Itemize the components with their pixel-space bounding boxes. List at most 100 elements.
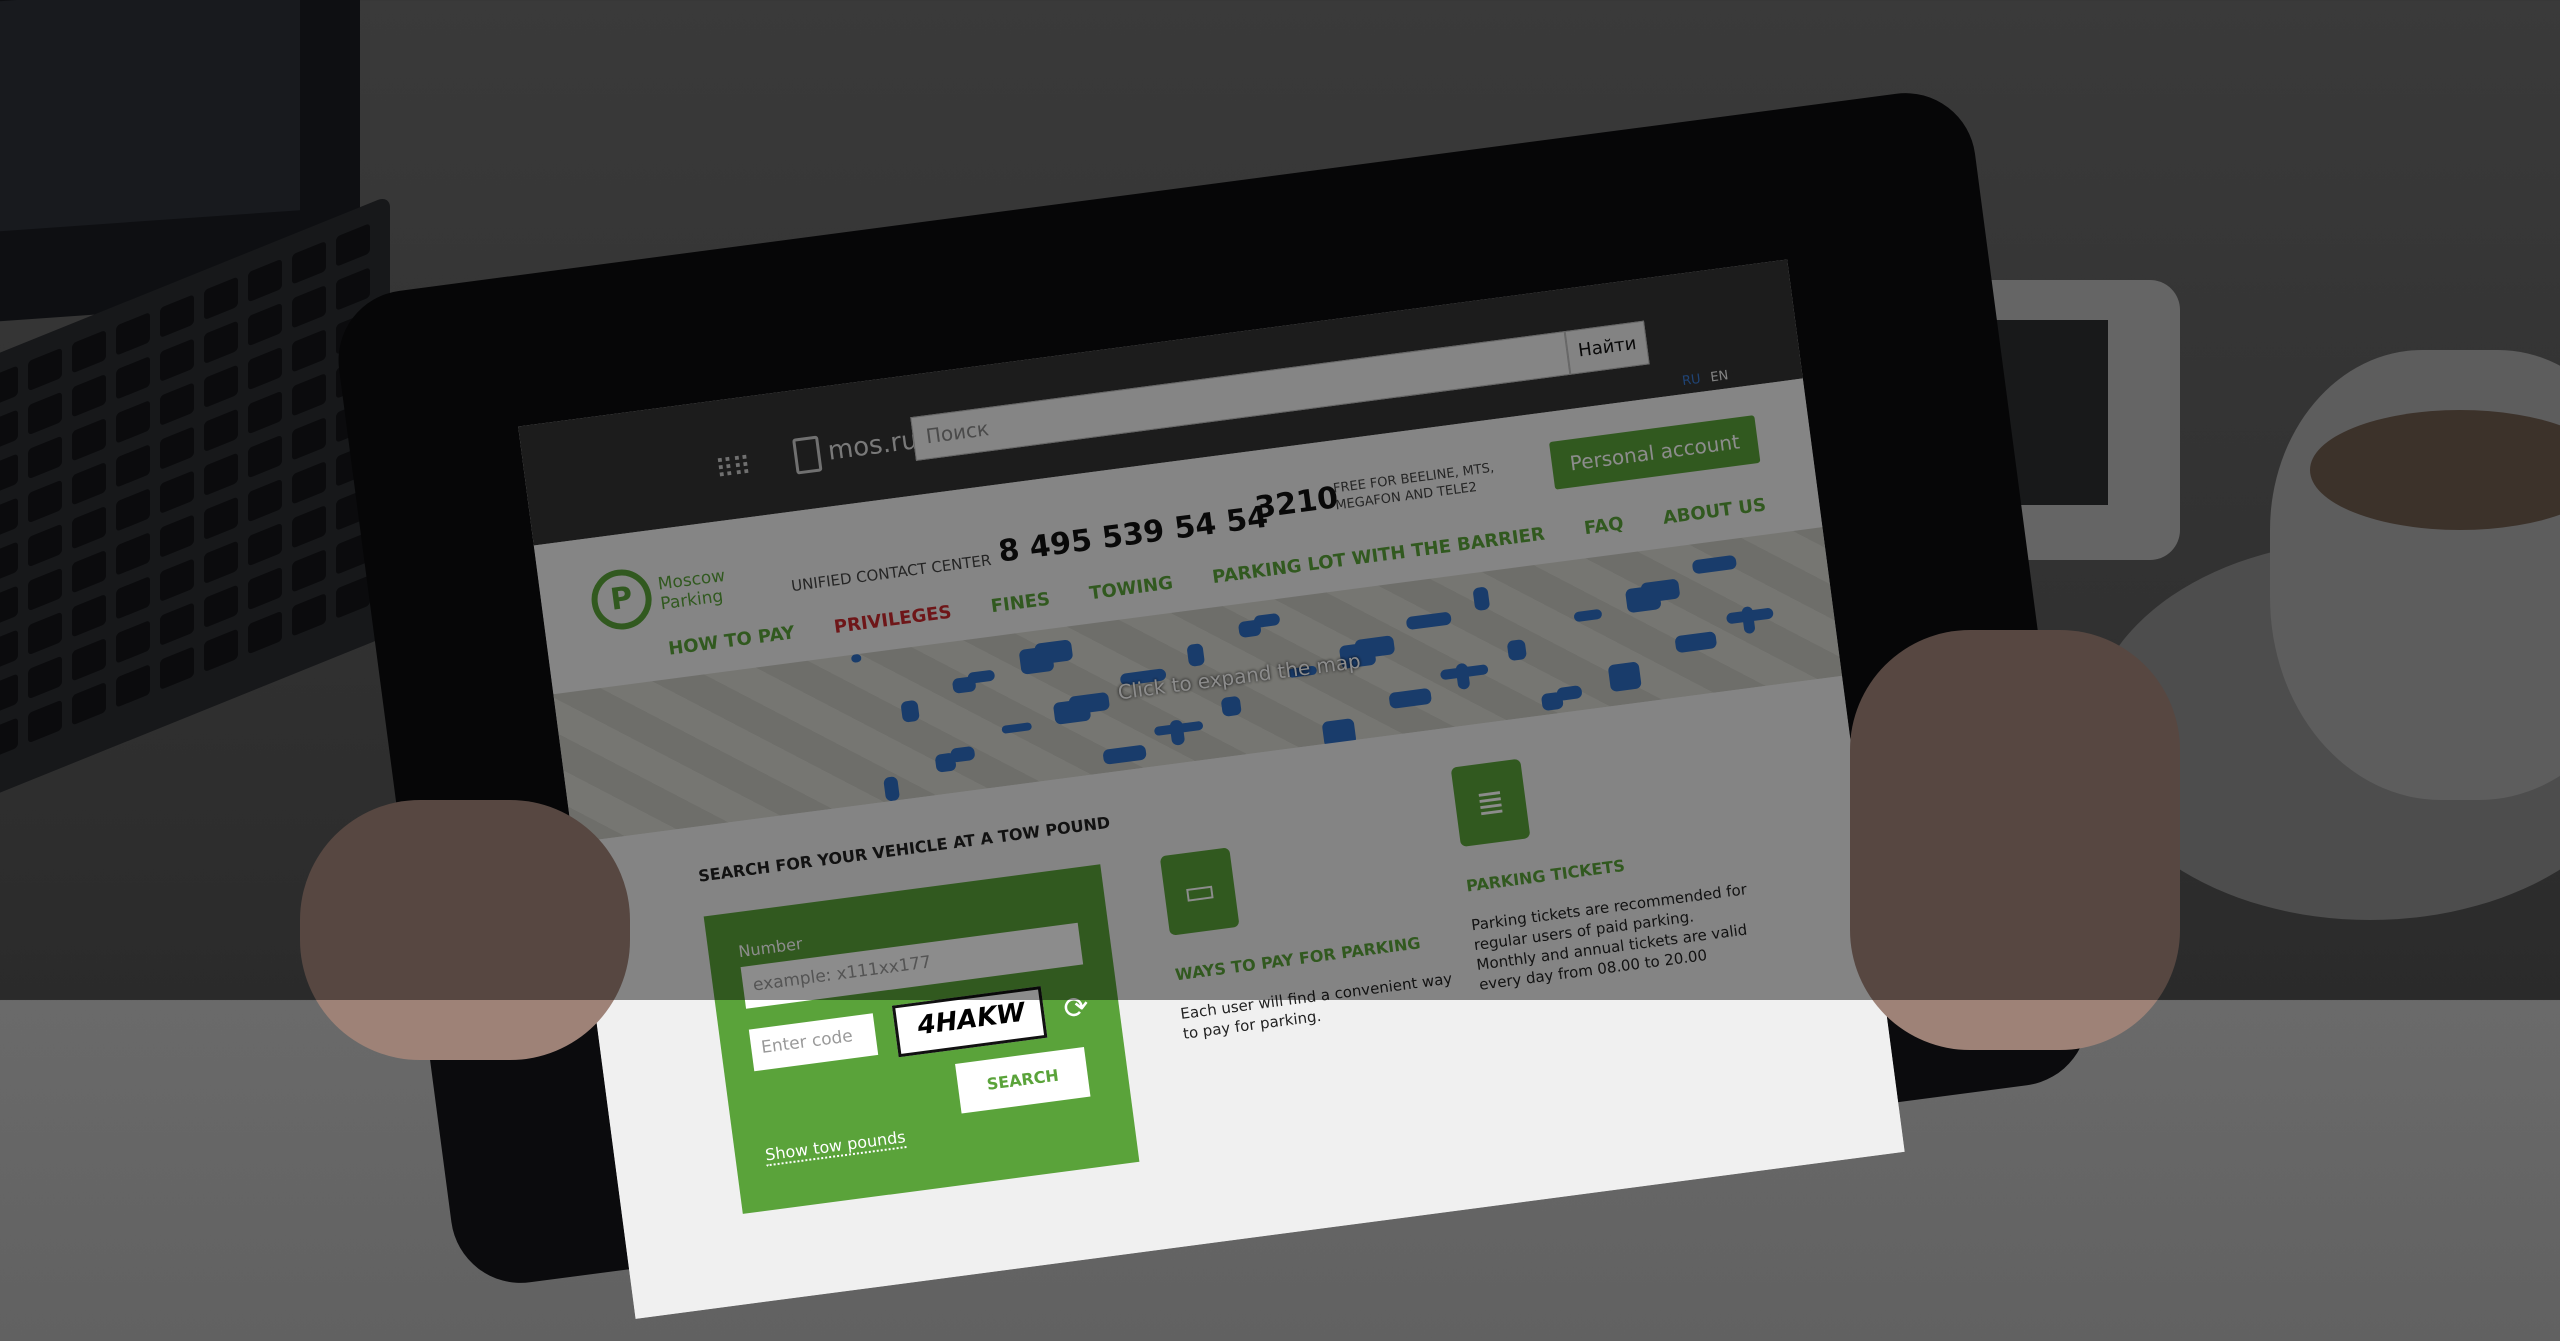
key: [248, 258, 282, 303]
mos-ru-link[interactable]: mos.ru: [792, 423, 920, 475]
key: [72, 329, 106, 374]
key: [248, 478, 282, 523]
apps-grid-icon[interactable]: ⠿⠿: [714, 452, 752, 486]
key: [160, 646, 194, 690]
brand-label: mos.ru: [826, 425, 920, 467]
key: [116, 620, 150, 664]
document-icon: ≣: [1450, 758, 1531, 848]
lang-en[interactable]: EN: [1705, 365, 1734, 388]
key: [28, 611, 62, 656]
map-parking-zone: [1102, 744, 1147, 765]
nav-fines[interactable]: FINES: [990, 589, 1052, 618]
map-parking-zone: [1001, 722, 1033, 734]
short-number-note: FREE FOR BEELINE, MTS, MEGAFON AND TELE2: [1332, 460, 1495, 514]
key: [116, 444, 150, 488]
moscow-parking-logo[interactable]: P Moscow Parking: [587, 556, 730, 634]
map-parking-zone: [1691, 554, 1738, 575]
card-ways-to-pay[interactable]: ▭ WAYS TO PAY FOR PARKING Each user will…: [1159, 820, 1462, 1044]
key: [116, 400, 150, 444]
key: [292, 504, 326, 549]
key: [72, 417, 106, 462]
key: [28, 567, 62, 612]
key: [160, 558, 194, 602]
key: [116, 312, 150, 356]
key: [116, 532, 150, 576]
map-parking-zone: [1405, 611, 1452, 631]
parking-pin-icon: P: [587, 565, 656, 634]
key: [248, 434, 282, 479]
key: [0, 585, 18, 630]
map-parking-zone: [1220, 695, 1242, 717]
tablet-screen: ⠿⠿ mos.ru Поиск Найти RU EN P Moscow Parkin…: [518, 259, 1905, 1319]
key: [204, 496, 238, 541]
map-parking-zone: [850, 653, 862, 663]
key: [204, 584, 238, 629]
show-tow-pounds-link[interactable]: Show tow pounds: [764, 1127, 907, 1167]
key: [336, 575, 370, 619]
contact-center-label: UNIFIED CONTACT CENTER: [790, 550, 993, 596]
key: [28, 523, 62, 568]
tow-search-form: Number example: x111xx177 Enter code 4HA…: [703, 864, 1140, 1214]
key: [292, 284, 326, 329]
key: [292, 328, 326, 373]
map-parking-zone: [934, 752, 957, 773]
map-parking-zone: [1472, 586, 1491, 612]
nav-privileges[interactable]: PRIVILEGES: [833, 602, 953, 638]
key: [72, 637, 106, 682]
key: [28, 655, 62, 700]
key: [248, 302, 282, 347]
key: [248, 522, 282, 567]
map-parking-zone: [1018, 645, 1055, 675]
key: [160, 514, 194, 558]
key: [0, 717, 18, 762]
nav-about-us[interactable]: ABOUT US: [1662, 494, 1768, 528]
tablet: ⠿⠿ mos.ru Поиск Найти RU EN P Moscow Parkin…: [330, 84, 2097, 1319]
key: [204, 364, 238, 409]
language-switcher: RU EN: [1681, 365, 1734, 389]
tow-search-button[interactable]: SEARCH: [955, 1046, 1091, 1114]
key: [292, 548, 326, 593]
key: [160, 602, 194, 646]
nav-towing[interactable]: TOWING: [1088, 573, 1174, 605]
map-parking-zone: [1506, 638, 1528, 662]
key: [204, 276, 238, 321]
map-parking-zone: [1388, 687, 1433, 710]
key: [160, 382, 194, 426]
personal-account-button[interactable]: Personal account: [1548, 415, 1761, 490]
key: [248, 390, 282, 435]
card-parking-tickets[interactable]: ≣ PARKING TICKETS Parking tickets are re…: [1450, 731, 1758, 995]
key: [0, 541, 18, 586]
map-parking-zone: [1540, 691, 1564, 712]
key: [292, 416, 326, 461]
nav-how-to-pay[interactable]: HOW TO PAY: [667, 622, 796, 659]
lang-ru[interactable]: RU: [1681, 372, 1701, 389]
map-parking-zone: [1237, 619, 1262, 639]
key: [0, 673, 18, 718]
left-hand: [300, 800, 630, 1060]
short-number[interactable]: 3210: [1253, 480, 1340, 526]
key: [72, 593, 106, 638]
search-button[interactable]: Найти: [1564, 320, 1650, 375]
key: [28, 347, 62, 392]
key: [292, 240, 326, 285]
laptop-screen: [0, 0, 300, 234]
map-parking-zone: [1624, 585, 1662, 614]
key: [0, 453, 18, 498]
key: [28, 391, 62, 436]
map-parking-zone: [1573, 608, 1603, 623]
nav-faq[interactable]: FAQ: [1583, 513, 1625, 539]
key: [0, 497, 18, 542]
key: [204, 540, 238, 585]
map-parking-zone: [1186, 643, 1206, 667]
key: [204, 628, 238, 673]
key: [0, 365, 18, 410]
key: [292, 460, 326, 505]
contact-phone[interactable]: 8 495 539 54 54: [996, 500, 1270, 570]
key: [204, 408, 238, 453]
card-text: Each user will find a convenient way to …: [1179, 969, 1454, 1043]
key: [292, 592, 326, 637]
captcha-code-input[interactable]: Enter code: [748, 1013, 879, 1072]
map-caption[interactable]: Click to expand the map: [1116, 649, 1362, 705]
refresh-captcha-icon[interactable]: ⟳: [1061, 989, 1090, 1027]
key: [160, 470, 194, 514]
